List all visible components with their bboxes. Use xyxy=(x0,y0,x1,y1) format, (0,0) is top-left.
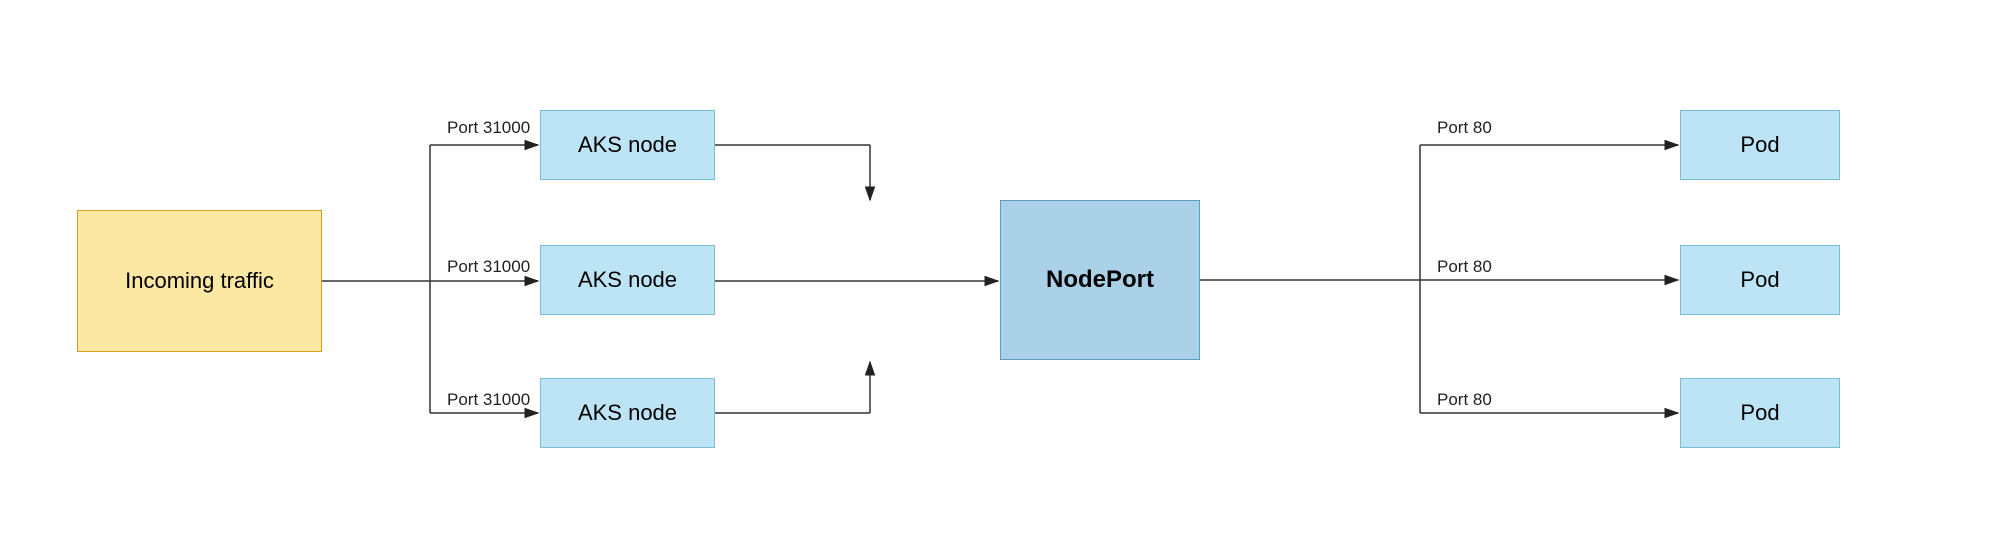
nodeport-node: NodePort xyxy=(1000,200,1200,360)
aks-node-top: AKS node xyxy=(540,110,715,180)
port-80-bot-label: Port 80 xyxy=(1437,390,1492,410)
aks-node-top-label: AKS node xyxy=(578,132,677,158)
aks-node-bot-label: AKS node xyxy=(578,400,677,426)
port-31000-mid-label: Port 31000 xyxy=(447,257,530,277)
pod-mid-label: Pod xyxy=(1740,267,1779,293)
aks-node-mid-label: AKS node xyxy=(578,267,677,293)
aks-node-mid: AKS node xyxy=(540,245,715,315)
port-80-top-label: Port 80 xyxy=(1437,118,1492,138)
pod-top-node: Pod xyxy=(1680,110,1840,180)
port-31000-bot-label: Port 31000 xyxy=(447,390,530,410)
pod-bot-node: Pod xyxy=(1680,378,1840,448)
incoming-traffic-label: Incoming traffic xyxy=(125,268,274,294)
pod-mid-node: Pod xyxy=(1680,245,1840,315)
port-31000-top-label: Port 31000 xyxy=(447,118,530,138)
incoming-traffic-node: Incoming traffic xyxy=(77,210,322,352)
diagram-container: Incoming traffic AKS node AKS node AKS n… xyxy=(0,0,2001,560)
pod-top-label: Pod xyxy=(1740,132,1779,158)
nodeport-label: NodePort xyxy=(1046,266,1154,294)
port-80-mid-label: Port 80 xyxy=(1437,257,1492,277)
aks-node-bot: AKS node xyxy=(540,378,715,448)
pod-bot-label: Pod xyxy=(1740,400,1779,426)
